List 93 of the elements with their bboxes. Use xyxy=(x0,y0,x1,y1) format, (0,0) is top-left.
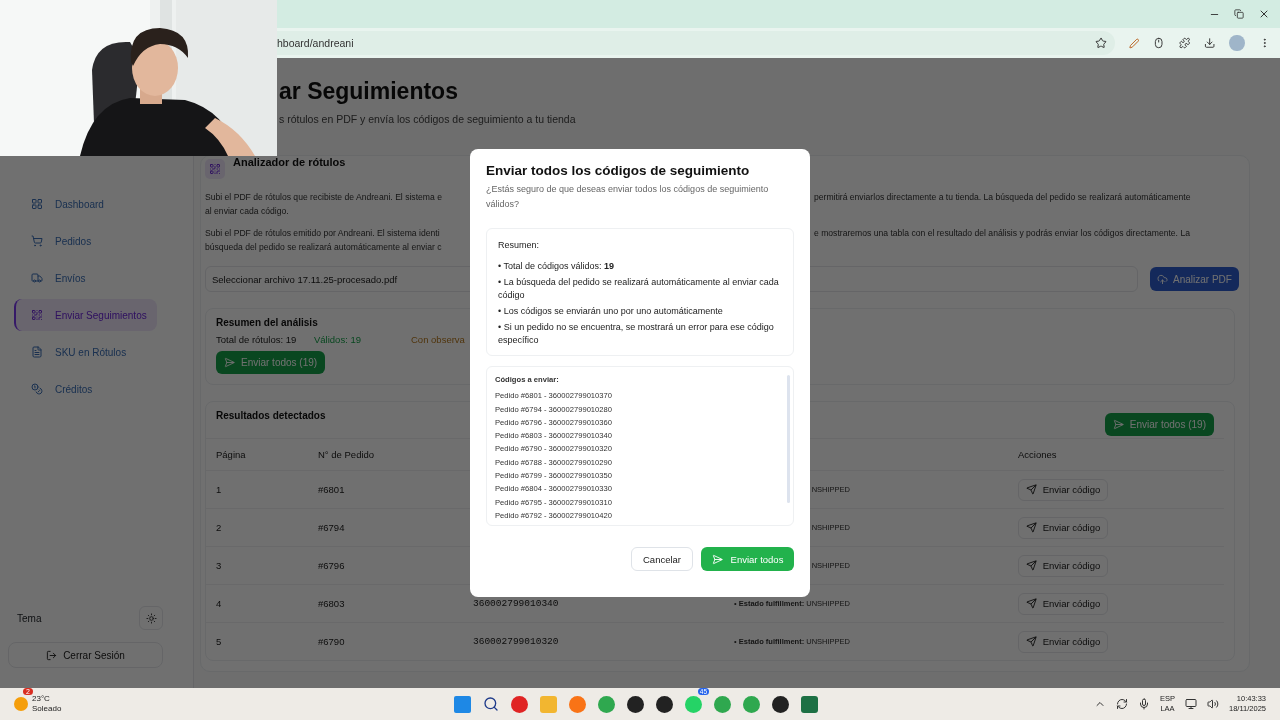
sidebar-item[interactable]: SKU en Rótulos xyxy=(14,336,157,368)
table-cell-text: #6803 xyxy=(318,598,346,609)
analyze-button[interactable]: Analizar PDF xyxy=(1150,267,1239,291)
send-icon xyxy=(1025,560,1037,571)
section-title: Resumen del análisis xyxy=(216,317,318,328)
theme-label: Tema xyxy=(17,612,42,624)
document-icon xyxy=(31,346,43,358)
coins-icon xyxy=(31,383,43,395)
send-code-button[interactable]: Enviar código xyxy=(1018,554,1108,577)
cloud-upload-icon xyxy=(1157,273,1169,285)
sidebar-item[interactable]: Dashboard xyxy=(14,188,157,220)
confirm-button[interactable]: Enviar todos xyxy=(701,547,794,571)
description-text: Subi el PDF de rótulos que recibiste de Andreani. El sistema e xyxy=(205,191,443,204)
send-icon xyxy=(1025,484,1037,495)
truck-icon xyxy=(31,272,43,284)
dialog-title: Enviar todos los códigos de seguimiento xyxy=(486,163,751,178)
send-all-button[interactable]: Enviar todos (19) xyxy=(1104,412,1214,436)
logout-button[interactable]: Cerrar Sesión xyxy=(8,642,163,668)
star-icon[interactable] xyxy=(1095,37,1107,49)
qr-code-icon xyxy=(31,309,43,321)
pen-icon[interactable] xyxy=(1129,37,1140,49)
summary-item: • Los códigos se enviarán uno por uno automáticamente xyxy=(498,305,724,318)
sidebar-item[interactable]: Envíos xyxy=(14,262,157,294)
sun-icon xyxy=(145,612,157,624)
table-cell-text: 360002799010340 xyxy=(473,598,560,609)
windows-icon[interactable] xyxy=(454,695,471,713)
description-text: búsqueda del pedido se realizará automáticamente al enviar c xyxy=(205,241,443,254)
send-icon xyxy=(224,357,235,368)
stat-text: Con observa xyxy=(411,334,466,345)
temperature-text: 23°C xyxy=(32,694,51,704)
theme-toggle-button[interactable] xyxy=(139,606,163,630)
card-title: Analizador de rótulos xyxy=(233,156,346,168)
download-icon[interactable] xyxy=(1204,37,1216,49)
send-icon xyxy=(711,553,723,565)
send-code-button[interactable]: Enviar código xyxy=(1018,478,1108,501)
send-all-button[interactable]: Enviar todos (19) xyxy=(216,351,326,374)
sidebar-item[interactable]: Enviar Seguimientos xyxy=(14,299,157,331)
qr-code-icon xyxy=(205,159,225,179)
send-icon xyxy=(1025,522,1037,533)
send-icon xyxy=(1112,418,1124,430)
close-icon[interactable] xyxy=(1258,8,1270,20)
table-cell-text: 2 xyxy=(216,522,223,533)
address-bar[interactable]: hboard/andreani xyxy=(277,31,1115,55)
send-code-button[interactable]: Enviar código xyxy=(1018,592,1108,615)
table-cell-text: #6801 xyxy=(318,484,346,495)
send-icon xyxy=(1025,598,1037,609)
summary-item: • Si un pedido no se encuentra, se mostrará un error para ese código específico xyxy=(498,321,775,347)
app-icon[interactable] xyxy=(627,695,644,713)
description-text: permitirá enviarlos directamente a tu tienda. La búsqueda del pedido se realizará automáticamente xyxy=(813,191,1192,204)
scrollbar[interactable] xyxy=(787,375,790,503)
page-subtitle: s rótulos en PDF y envía los códigos de seguimiento a tu tienda xyxy=(279,113,577,125)
summary-item: • La búsqueda del pedido se realizará automáticamente al enviar cada código xyxy=(498,276,780,302)
description-text: e mostraremos una tabla con el resultado del análisis y podrás enviar los códigos directamente. La xyxy=(813,227,1191,240)
table-cell-text: 360002799010320 xyxy=(473,636,560,647)
column-header: Página xyxy=(216,449,247,460)
table-cell-text: #6796 xyxy=(318,560,346,571)
cart-icon xyxy=(31,235,43,247)
stat-text: Válidos: 19 xyxy=(314,334,362,345)
description-text: Subi el PDF de rótulos emitido por Andreani. El sistema identi xyxy=(205,227,441,240)
puzzle-icon[interactable] xyxy=(1178,37,1191,49)
table-cell-text: #6790 xyxy=(318,636,346,647)
monitor-icon[interactable] xyxy=(1185,698,1197,710)
column-header: N° de Pedido xyxy=(318,449,376,460)
table-cell-text: 4 xyxy=(216,598,223,609)
logout-icon xyxy=(46,649,58,661)
weather-text: Soleado xyxy=(32,704,62,714)
stat-text: Total de rótulos: 19 xyxy=(216,334,298,345)
summary-title: Resumen: xyxy=(498,239,541,252)
volume-icon[interactable] xyxy=(1207,698,1219,710)
sidebar-item[interactable]: Créditos xyxy=(14,373,157,405)
description-text: al enviar cada código. xyxy=(205,205,290,218)
restore-icon[interactable] xyxy=(1234,9,1244,19)
page-title: ar Seguimientos xyxy=(279,78,459,105)
grid-icon xyxy=(31,198,43,210)
microphone-icon[interactable] xyxy=(1138,698,1150,710)
dialog-question: ¿Estás seguro de que deseas enviar todos los códigos de seguimiento válidos? xyxy=(486,183,770,211)
send-code-button[interactable]: Enviar código xyxy=(1018,630,1108,653)
summary-item: • Total de códigos válidos: 19 xyxy=(498,260,616,273)
cancel-button[interactable]: Cancelar xyxy=(631,547,693,571)
column-header: Acciones xyxy=(1018,449,1057,460)
sidebar-item[interactable]: Pedidos xyxy=(14,225,157,257)
section-title: Resultados detectados xyxy=(216,410,326,421)
app-icon[interactable] xyxy=(772,695,789,713)
table-cell-text: 3 xyxy=(216,560,223,571)
search-icon[interactable] xyxy=(483,696,499,712)
app-icon[interactable] xyxy=(656,695,673,713)
mouse-icon[interactable] xyxy=(1153,37,1165,49)
send-code-button[interactable]: Enviar código xyxy=(1018,516,1108,539)
table-cell-text: #6794 xyxy=(318,522,346,533)
table-cell-text: 1 xyxy=(216,484,223,495)
sync-icon[interactable] xyxy=(1116,698,1128,710)
table-cell-text: 5 xyxy=(216,636,223,647)
send-icon xyxy=(1025,636,1037,647)
